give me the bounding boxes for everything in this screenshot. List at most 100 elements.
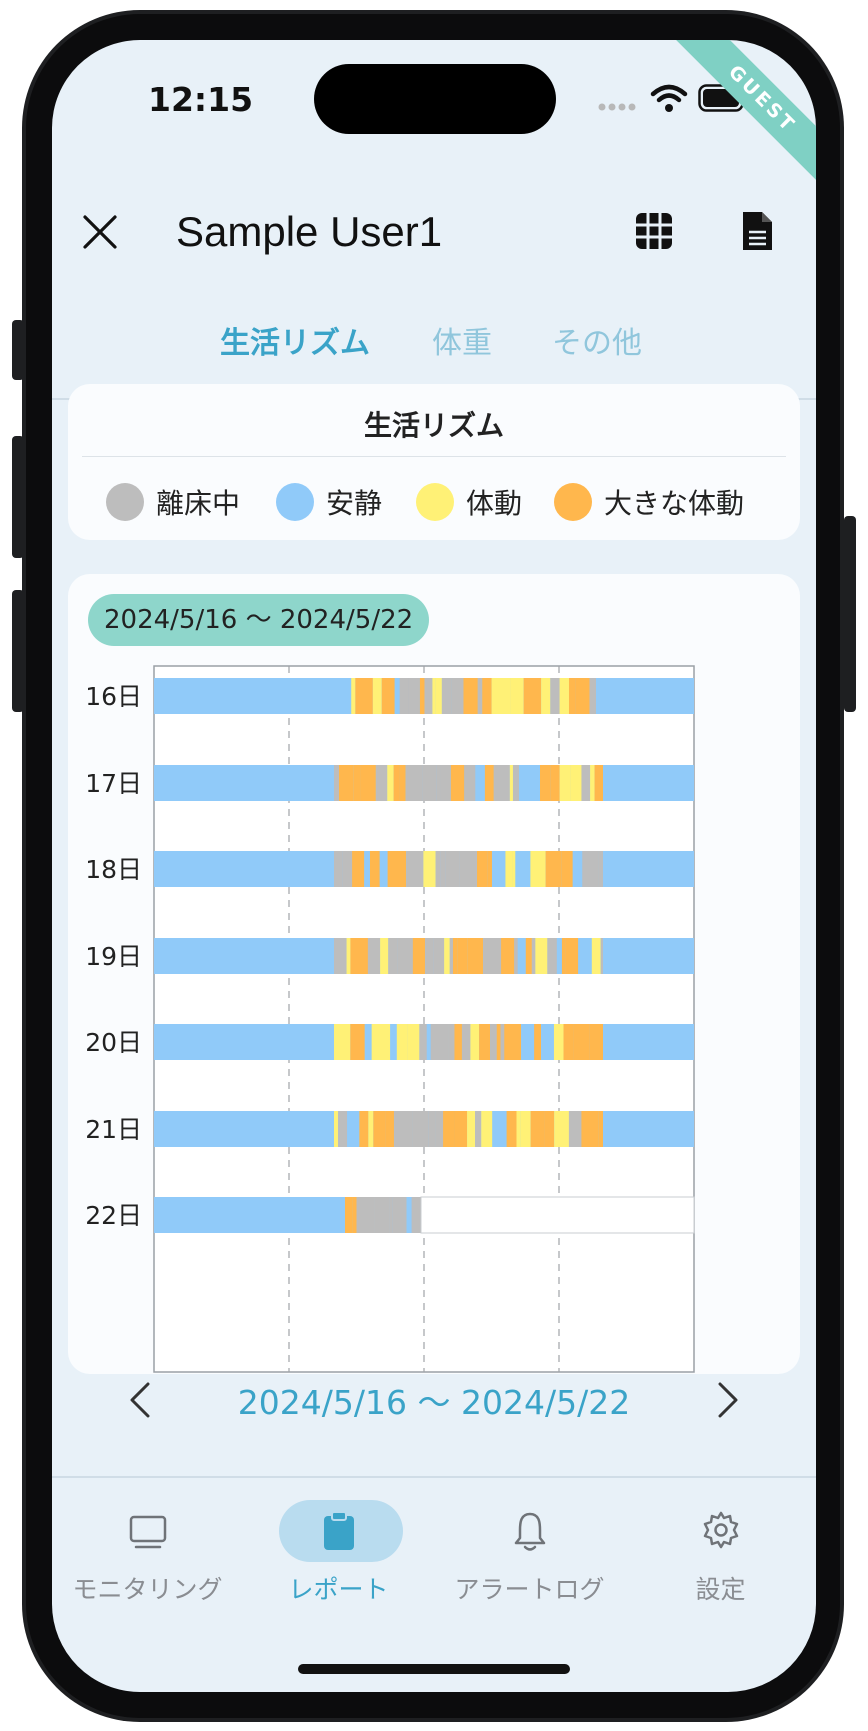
timeline-segment xyxy=(457,938,468,974)
timeline-segment xyxy=(550,765,560,801)
timeline-segment xyxy=(535,938,548,974)
legend-label: 離床中 xyxy=(156,487,241,520)
timeline-segment xyxy=(419,678,425,714)
side-button-power xyxy=(844,516,856,712)
timeline-segment xyxy=(477,851,488,887)
chevron-right-icon[interactable] xyxy=(716,1380,740,1420)
nav-label: アラートログ xyxy=(454,1575,605,1604)
timeline-segment xyxy=(424,678,433,714)
timeline-segment xyxy=(515,851,531,887)
timeline-segment xyxy=(492,1111,503,1147)
timeline-segment xyxy=(338,1111,348,1147)
timeline-segment xyxy=(422,765,437,801)
timeline-segment xyxy=(334,765,340,801)
timeline-segment xyxy=(352,851,365,887)
timeline-segment xyxy=(440,851,446,887)
timeline-segment xyxy=(559,765,571,801)
timeline-segment xyxy=(426,1024,431,1060)
legend-dot-away xyxy=(106,483,144,521)
timeline-segment xyxy=(527,765,541,801)
timeline-segment xyxy=(570,765,582,801)
bottom-navigation: モニタリング レポート アラートログ 設定 xyxy=(52,1476,816,1692)
timeline-segment xyxy=(572,851,583,887)
timeline-segment xyxy=(389,1197,393,1233)
timeline-segment xyxy=(405,765,423,801)
timeline-segment xyxy=(433,938,445,974)
timeline-segment xyxy=(561,938,566,974)
nav-alert-log[interactable]: アラートログ xyxy=(434,1478,625,1618)
legend-item-away: 離床中 xyxy=(106,482,240,522)
timeline-segment xyxy=(352,1197,357,1233)
timeline-segment xyxy=(450,765,465,801)
chart-card: 2024/5/16 〜 2024/5/22 16日 17日 18日 19日 20日 21日… xyxy=(68,574,800,1374)
timeline-segment xyxy=(351,678,356,714)
timeline-segment xyxy=(517,938,526,974)
timeline-segment xyxy=(530,1111,545,1147)
timeline-segment xyxy=(483,938,502,974)
timeline-segment xyxy=(582,851,599,887)
timeline-segment xyxy=(334,1111,339,1147)
tab-other[interactable]: その他 xyxy=(552,318,642,362)
timeline-segment xyxy=(504,1024,522,1060)
nav-label: モニタリング xyxy=(72,1575,223,1604)
tab-life-rhythm[interactable]: 生活リズム xyxy=(220,318,370,362)
timeline-segment xyxy=(339,765,354,801)
legend-item-rest: 安静 xyxy=(276,482,382,522)
grid-icon[interactable] xyxy=(635,212,673,250)
empty-segment xyxy=(420,1196,695,1234)
timeline-segment xyxy=(419,1024,427,1060)
timeline-segment xyxy=(345,1197,353,1233)
timeline-segment xyxy=(559,678,569,714)
wifi-icon xyxy=(650,84,688,112)
timeline-segment xyxy=(484,765,494,801)
timeline-segment xyxy=(379,851,388,887)
app-bar: Sample User1 xyxy=(52,200,816,300)
timeline-segment xyxy=(375,765,388,801)
document-icon[interactable] xyxy=(740,210,774,252)
timeline-segment xyxy=(514,938,518,974)
nav-monitoring[interactable]: モニタリング xyxy=(52,1478,243,1618)
timeline-segment xyxy=(565,938,579,974)
legend-item-movement: 体動 xyxy=(416,482,522,522)
timeline-segment xyxy=(399,765,406,801)
timeline-segment xyxy=(396,1024,408,1060)
nav-settings[interactable]: 設定 xyxy=(625,1478,816,1618)
timeline-segment xyxy=(407,1024,420,1060)
timeline-segment xyxy=(598,851,603,887)
tab-weight[interactable]: 体重 xyxy=(432,318,492,362)
timeline-segment xyxy=(475,765,485,801)
timeline-segment xyxy=(443,1111,455,1147)
timeline-segment xyxy=(371,1024,391,1060)
timeline-segment xyxy=(589,678,597,714)
timeline-segment xyxy=(589,1024,603,1060)
nav-report[interactable]: レポート xyxy=(243,1478,434,1618)
timeline-segment xyxy=(372,678,382,714)
timeline-segment xyxy=(436,765,441,801)
timeline-segment xyxy=(487,851,492,887)
timeline-segment xyxy=(520,1111,531,1147)
timeline-segment xyxy=(387,851,407,887)
timeline-segment xyxy=(509,765,513,801)
row-label: 16日 xyxy=(85,682,142,711)
legend-divider xyxy=(82,456,786,457)
timeline-segment xyxy=(563,1024,574,1060)
timeline-segment xyxy=(545,851,562,887)
row-label: 17日 xyxy=(85,769,142,798)
timeline-segment xyxy=(412,1111,429,1147)
timeline-segment xyxy=(364,851,370,887)
legend-dot-big-movement xyxy=(554,483,592,521)
timeline-segment xyxy=(550,678,560,714)
timeline-segment xyxy=(350,1024,365,1060)
close-icon[interactable] xyxy=(82,214,118,250)
legend-item-big-movement: 大きな体動 xyxy=(554,482,744,522)
timeline-segment xyxy=(353,765,361,801)
timeline-segment xyxy=(547,938,557,974)
status-time: 12:15 xyxy=(148,80,254,119)
nav-label: レポート xyxy=(288,1575,389,1604)
timeline-segment xyxy=(441,678,452,714)
timeline-segment xyxy=(435,851,441,887)
timeline-segment xyxy=(359,1111,369,1147)
timeline-segment xyxy=(477,678,483,714)
timeline-segment xyxy=(470,1024,480,1060)
timeline-segment xyxy=(334,938,347,974)
